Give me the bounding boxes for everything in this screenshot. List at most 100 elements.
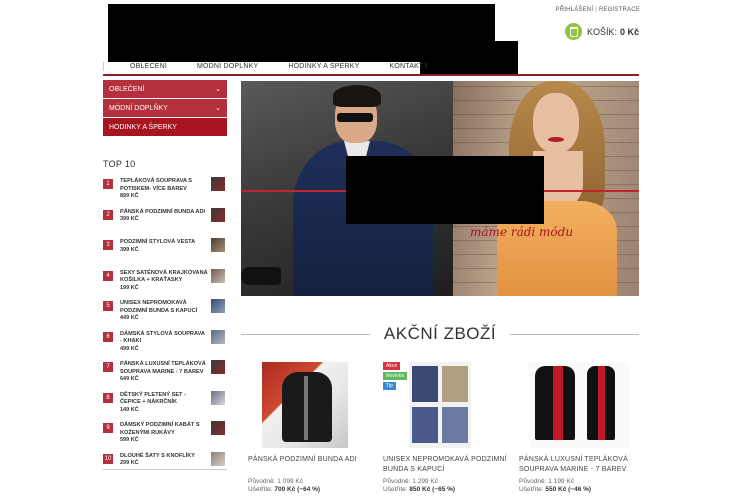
product-thumbnail[interactable] xyxy=(211,390,225,405)
rank-number: 9 xyxy=(103,423,113,433)
sidebar-item-label: MÓDNÍ DOPLŇKY xyxy=(109,104,168,112)
sidebar-item-modni-doplnky[interactable]: MÓDNÍ DOPLŇKY ⌄ xyxy=(103,99,227,117)
list-item[interactable]: 3 PODZIMNÍ STYLOVÁ VESTA 399 Kč xyxy=(103,237,227,268)
login-link[interactable]: PŘIHLÁŠENÍ xyxy=(556,7,594,13)
original-price: Původně: 1 099 Kč xyxy=(248,478,303,485)
product-price: 499 Kč xyxy=(120,345,139,352)
product-price: 649 Kč xyxy=(120,376,139,382)
product-price: 599 Kč xyxy=(120,437,139,443)
rank-number: 5 xyxy=(103,301,113,311)
link-separator: | xyxy=(595,7,597,13)
savings: Ušetříte: 700 Kč (−64 %) xyxy=(248,486,321,493)
banner-slogan: máme rádi módu xyxy=(470,225,574,239)
section-title: AKČNÍ ZBOŽÍ xyxy=(383,324,497,343)
product-name[interactable]: DÁMSKÝ PODZIMNÍ KABÁT S KOŽENÝMI RUKÁVY 5… xyxy=(120,422,208,445)
sidebar-item-obleceni[interactable]: OBLEČENÍ ⌄ xyxy=(103,80,227,98)
sidebar-divider xyxy=(103,469,227,470)
section-header: AKČNÍ ZBOŽÍ xyxy=(241,322,640,346)
badge-akce: Akce xyxy=(383,362,401,370)
banner-line-left xyxy=(241,190,347,192)
product-badges: Akce Novinka Tip xyxy=(383,362,408,392)
top10-heading: TOP 10 xyxy=(103,159,136,169)
badge-tip: Tip xyxy=(383,382,396,390)
product-thumbnail[interactable] xyxy=(211,268,225,283)
chevron-down-icon: ⌄ xyxy=(215,105,221,112)
rank-number: 1 xyxy=(103,179,113,189)
product-thumbnail[interactable] xyxy=(211,238,225,252)
product-name[interactable]: DLOUHÉ ŠATY S KNOFLÍKY 299 Kč xyxy=(120,453,208,468)
savings: Ušetříte: 850 Kč (−65 %) xyxy=(383,486,456,493)
list-item[interactable]: 10 DLOUHÉ ŠATY S KNOFLÍKY 299 Kč xyxy=(103,451,227,482)
product-name[interactable]: PÁNSKÁ PODZIMNÍ BUNDA ADI 399 Kč xyxy=(120,209,208,224)
product-name[interactable]: DÁMSKÁ STYLOVÁ SOUPRAVA - KHAKI 499 Kč xyxy=(120,331,208,354)
list-item[interactable]: 6 DÁMSKÁ STYLOVÁ SOUPRAVA - KHAKI 499 Kč xyxy=(103,329,227,360)
main-nav: OBLEČENÍ MÓDNÍ DOPLŇKY HODINKY A ŠPERKY … xyxy=(103,58,639,76)
original-price: Původně: 1 299 Kč xyxy=(383,478,438,485)
register-link[interactable]: REGISTRACE xyxy=(599,7,640,13)
product-name[interactable]: TEPLÁKOVÁ SOUPRAVA S POTISKEM- VÍCE BARE… xyxy=(120,178,208,201)
product-price: 899 Kč xyxy=(120,193,139,199)
nav-item-kontakty[interactable]: KONTAKTY xyxy=(390,63,429,70)
cart-value: 0 Kč xyxy=(619,26,639,37)
product-name[interactable]: SEXY SATÉNOVÁ KRAJKOVANÁ KOŠILKA + KRAŤA… xyxy=(120,270,208,293)
rank-number: 7 xyxy=(103,362,113,372)
product-image[interactable] xyxy=(262,362,348,448)
product-price: 149 Kč xyxy=(120,406,139,413)
list-item[interactable]: 7 PÁNSKÁ LUXUSNÍ TEPLÁKOVÁ SOUPRAVA MARIN… xyxy=(103,359,227,390)
cart-widget[interactable]: KOŠÍK: 0 Kč xyxy=(564,23,639,40)
list-item[interactable]: 5 UNISEX NEPROMOKAVÁ PODZIMNÍ BUNDA S KAP… xyxy=(103,298,227,329)
product-name[interactable]: PÁNSKÁ PODZIMNÍ BUNDA ADI xyxy=(248,455,378,465)
chevron-down-icon: ⌄ xyxy=(215,86,221,93)
original-price: Původně: 1 199 Kč xyxy=(519,478,574,485)
product-thumbnail[interactable] xyxy=(211,329,225,344)
product-thumbnail[interactable] xyxy=(211,177,225,191)
product-name[interactable]: DĚTSKÝ PLETENÝ SET - ČEPICE + NÁKRČNÍK 14… xyxy=(120,392,208,415)
product-thumbnail[interactable] xyxy=(211,299,225,313)
product-name[interactable]: PODZIMNÍ STYLOVÁ VESTA 399 Kč xyxy=(120,239,208,254)
cart-label: KOŠÍK: xyxy=(586,26,617,37)
nav-divider xyxy=(103,61,110,71)
woman-lips xyxy=(548,137,564,142)
product-thumbnail[interactable] xyxy=(211,451,225,466)
product-name[interactable]: UNISEX NEPROMOKAVÁ PODZIMNÍ BUNDA S KAPU… xyxy=(120,300,208,323)
savings: Ušetříte: 550 Kč (−46 %) xyxy=(519,486,592,493)
man-hair xyxy=(333,85,381,107)
rank-number: 2 xyxy=(103,209,113,220)
banner-line-right xyxy=(543,190,639,192)
rank-number: 10 xyxy=(103,453,113,464)
product-thumbnail[interactable] xyxy=(211,360,225,374)
woman-face xyxy=(533,93,579,153)
top10-list: 1 TEPLÁKOVÁ SOUPRAVA S POTISKEM- VÍCE BAR… xyxy=(103,176,227,481)
sunglasses xyxy=(337,113,373,122)
nav-item-modni-doplnky[interactable]: MÓDNÍ DOPLŇKY xyxy=(197,63,258,70)
nav-item-obleceni[interactable]: OBLEČENÍ xyxy=(130,63,167,70)
product-thumbnail[interactable] xyxy=(211,207,225,222)
list-item[interactable]: 8 DĚTSKÝ PLETENÝ SET - ČEPICE + NÁKRČNÍK 1… xyxy=(103,390,227,421)
list-item[interactable]: 4 SEXY SATÉNOVÁ KRAJKOVANÁ KOŠILKA + KRAŤ… xyxy=(103,268,227,299)
product-image[interactable] xyxy=(409,362,471,448)
list-item[interactable]: 2 PÁNSKÁ PODZIMNÍ BUNDA ADI 399 Kč xyxy=(103,207,227,238)
badge-novinka: Novinka xyxy=(383,372,408,380)
list-item[interactable]: 1 TEPLÁKOVÁ SOUPRAVA S POTISKEM- VÍCE BAR… xyxy=(103,176,227,207)
sidebar-item-label: OBLEČENÍ xyxy=(109,85,145,93)
shopping-bag-icon xyxy=(564,23,582,40)
product-price: 449 Kč xyxy=(120,315,139,321)
rank-number: 3 xyxy=(103,240,113,250)
product-name[interactable]: PÁNSKÁ LUXUSNÍ TEPLÁKOVÁ SOUPRAVA MARINE… xyxy=(519,455,649,474)
product-name[interactable]: PÁNSKÁ LUXUSNÍ TEPLÁKOVÁ SOUPRAVA MARINE… xyxy=(120,361,208,384)
product-name[interactable]: UNISEX NEPROMOKAVÁ PODZIMNÍ BUNDA S KAPU… xyxy=(383,455,513,474)
product-price: 299 Kč xyxy=(120,460,139,466)
rank-number: 4 xyxy=(103,270,113,281)
heading-rule xyxy=(241,333,370,335)
product-price: 199 Kč xyxy=(120,284,139,291)
product-price: 399 Kč xyxy=(120,216,139,222)
sidebar-item-hodinky-a-sperky[interactable]: HODINKY A ŠPERKY xyxy=(103,118,227,136)
category-menu: OBLEČENÍ ⌄ MÓDNÍ DOPLŇKY ⌄ HODINKY A ŠPE… xyxy=(103,80,227,137)
rank-number: 8 xyxy=(103,392,113,403)
sidebar-item-label: HODINKY A ŠPERKY xyxy=(109,123,177,131)
nav-item-hodinky-a-sperky[interactable]: HODINKY A ŠPERKY xyxy=(288,63,359,70)
list-item[interactable]: 9 DÁMSKÝ PODZIMNÍ KABÁT S KOŽENÝMI RUKÁVY… xyxy=(103,420,227,451)
product-thumbnail[interactable] xyxy=(211,421,225,435)
man-shoe xyxy=(241,267,281,285)
product-image[interactable] xyxy=(529,362,629,448)
